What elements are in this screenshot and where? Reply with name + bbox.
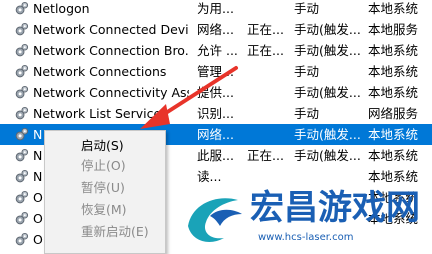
service-row[interactable]: Netlogon 为用... 手动 本地系统 [0,0,432,19]
service-row[interactable]: Network List Service 识别... 手动 网络服务 [0,103,432,124]
service-startup-type: 手动(触发... [294,148,361,163]
menu-item-pause[interactable]: 暂停(U) [45,177,165,199]
service-startup-type: 手动 [294,1,320,16]
service-description: 网络... [197,127,234,142]
service-status: 正在... [247,148,284,163]
service-name: Network Connected Devi... [33,22,189,37]
service-status [247,63,291,81]
service-description: 识别... [197,106,234,121]
watermark-logo-icon [188,198,242,242]
service-row[interactable]: Network Connections 管理... 手动 本地系统 [0,61,432,82]
service-gear-icon [15,211,29,225]
service-description: 允许 ... [197,43,238,58]
service-name: Netlogon [33,1,90,16]
service-name: Network Connections [33,64,167,79]
service-gear-icon [15,1,29,15]
service-description: 此服... [197,148,234,163]
service-name: Network Connection Bro... [33,43,189,58]
menu-item-restart[interactable]: 重新启动(E) [45,221,165,243]
service-gear-icon [15,43,29,57]
service-logon-as: 本地系统 [368,64,419,79]
watermark-url: www.hcs-laser.com [258,232,354,243]
service-logon-as: 本地系统 [368,85,419,100]
service-startup-type: 手动(触发... [294,127,361,142]
menu-item-stop[interactable]: 停止(O) [45,155,165,177]
watermark-title: 宏昌游戏网 [250,188,420,228]
service-status [247,126,291,144]
menu-item-resume[interactable]: 恢复(M) [45,199,165,221]
service-name: Network List Service [33,106,162,121]
service-logon-as: 本地系统 [368,43,419,58]
service-startup-type: 手动(触发... [294,43,361,58]
service-logon-as: 本地系统 [368,169,419,184]
service-gear-icon [15,169,29,183]
service-status [247,168,291,186]
service-row[interactable]: Network Connection Bro... 允许 ... 正在... 手… [0,40,432,61]
service-gear-icon [15,22,29,36]
service-name: Network Connectivity Ass... [33,85,189,100]
service-startup-type [294,168,362,186]
service-startup-type: 手动 [294,64,320,79]
service-logon-as: 本地系统 [368,148,419,163]
service-gear-icon [15,232,29,246]
service-status: 正在... [247,43,284,58]
service-row[interactable]: Network Connected Devi... 网络... 正在... 手动… [0,19,432,40]
service-startup-type: 手动 [294,106,320,121]
service-status: 正在... [247,22,284,37]
service-description: 为用... [197,1,234,16]
menu-item-start[interactable]: 启动(S) [45,135,165,157]
service-gear-icon [15,64,29,78]
service-gear-icon [15,85,29,99]
service-startup-type: 手动(触发... [294,85,361,100]
service-description: 管理... [197,64,234,79]
service-description: 提供... [197,85,234,100]
service-startup-type: 手动(触发... [294,22,361,37]
service-status [247,105,291,123]
service-gear-icon [15,127,29,141]
service-description: 网络... [197,22,234,37]
service-logon-as: 网络服务 [368,106,419,121]
service-row[interactable]: Network Connectivity Ass... 提供... 手动(触发.… [0,82,432,103]
service-status [247,0,291,18]
service-description: 读... [197,169,222,184]
service-status [247,84,291,102]
service-gear-icon [15,106,29,120]
service-logon-as: 本地系统 [368,127,419,142]
service-gear-icon [15,148,29,162]
context-menu: 启动(S) 停止(O) 暂停(U) 恢复(M) 重新启动(E) [44,130,166,254]
service-logon-as: 本地服务 [368,22,419,37]
service-logon-as: 本地系统 [368,1,419,16]
service-gear-icon [15,190,29,204]
